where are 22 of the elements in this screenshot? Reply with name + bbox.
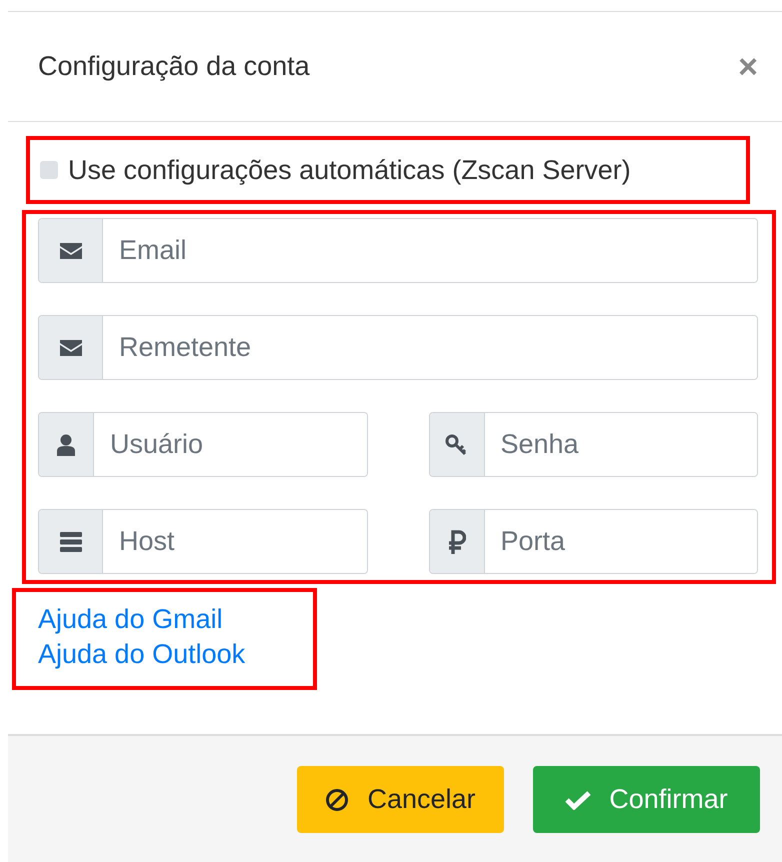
checkbox[interactable] — [40, 161, 58, 179]
envelope-icon — [60, 242, 82, 258]
confirm-button[interactable]: Confirmar — [533, 766, 760, 833]
input-field[interactable]: Email — [38, 218, 758, 283]
prohibited-icon — [325, 788, 350, 812]
checkmark-icon — [565, 790, 592, 810]
help-link[interactable]: Ajuda do Gmail — [38, 602, 223, 637]
input-field[interactable]: Remetente — [38, 315, 758, 380]
ruble-icon — [448, 530, 466, 554]
input-field[interactable]: Porta — [428, 509, 758, 574]
server-icon — [60, 532, 82, 552]
checkbox-label: Use configurações automáticas (Zscan Server) — [68, 154, 631, 187]
input-field[interactable]: Senha — [428, 412, 758, 477]
help-link[interactable]: Ajuda do Outlook — [38, 637, 246, 672]
input-field[interactable]: Usuário — [38, 412, 368, 477]
user-icon — [57, 434, 75, 456]
input-field[interactable]: Host — [38, 509, 368, 574]
envelope-icon — [60, 340, 82, 356]
cancel-button[interactable]: Cancelar — [297, 766, 504, 833]
dialog-title: Configuração da conta — [38, 50, 310, 84]
close-button[interactable]: × — [738, 50, 758, 84]
key-icon — [444, 434, 468, 456]
